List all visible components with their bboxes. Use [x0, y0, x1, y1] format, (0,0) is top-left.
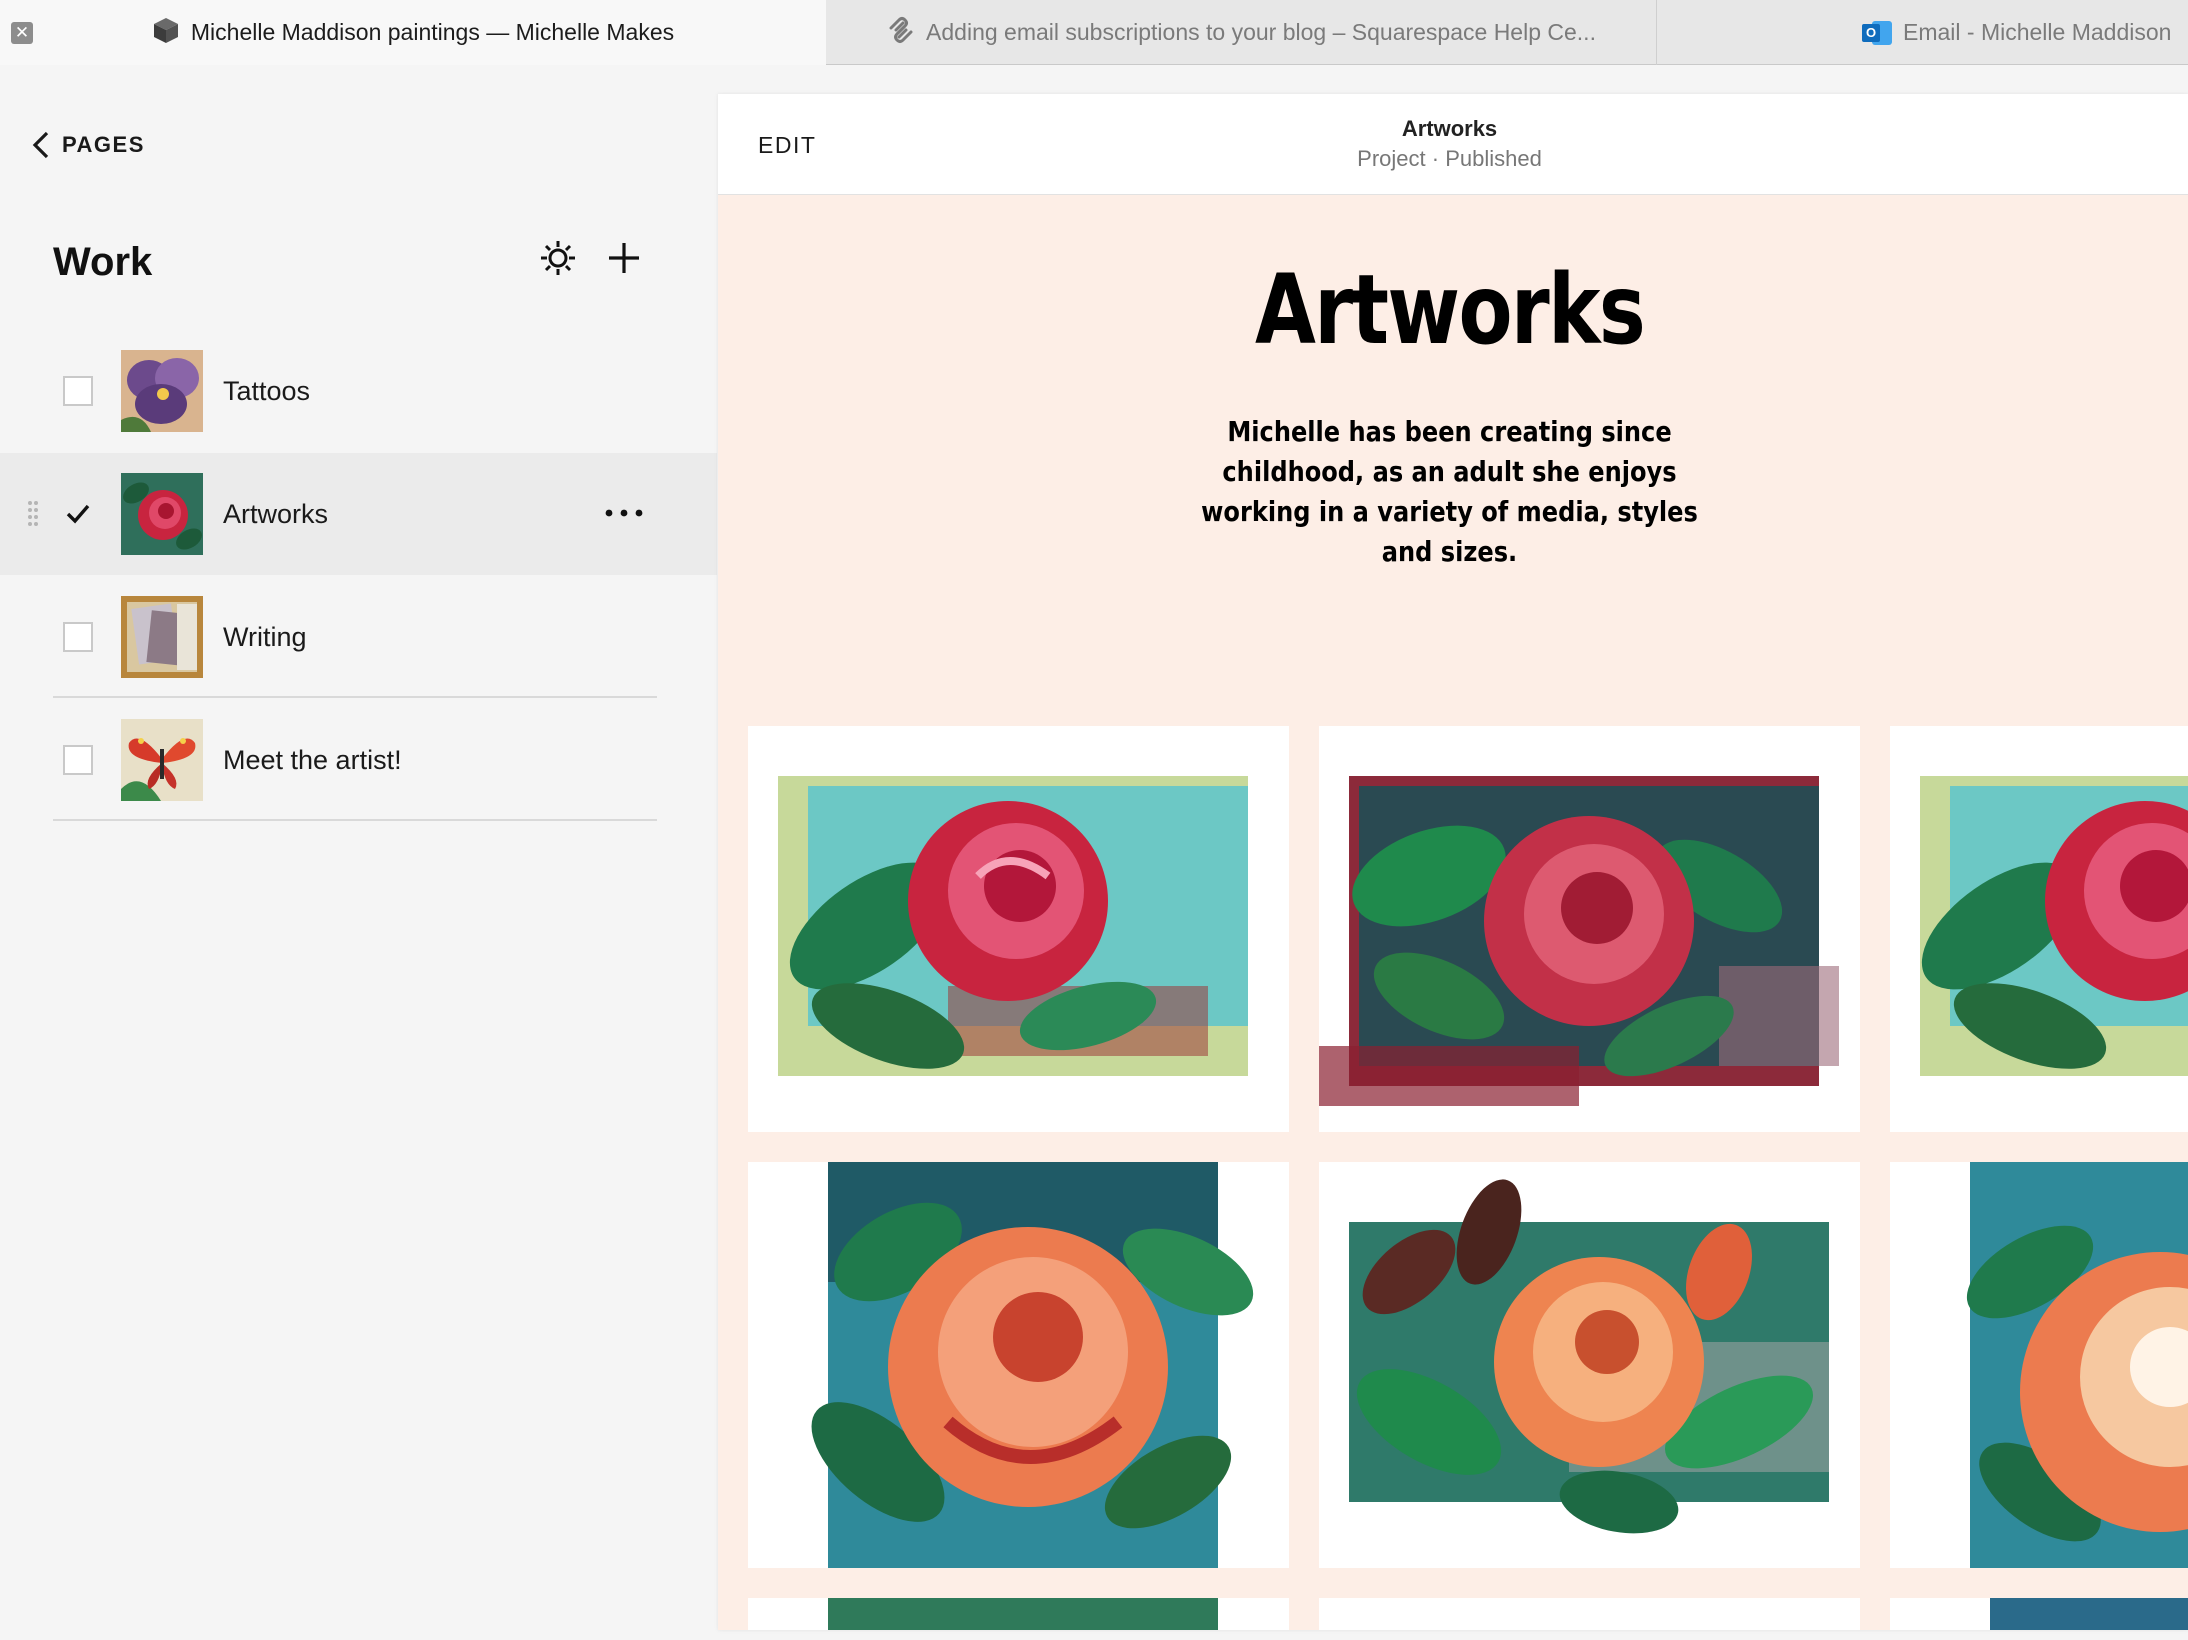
outlook-icon: O	[1862, 19, 1892, 47]
page-preview: EDIT Artworks Project · Published Artwor…	[718, 94, 2188, 1630]
back-label: PAGES	[62, 132, 145, 157]
preview-page-status: Project · Published	[1357, 146, 1542, 171]
row-divider	[53, 819, 657, 821]
chevron-left-icon	[32, 131, 49, 159]
page-label: Tattoos	[223, 376, 311, 406]
browser-tab-email[interactable]: O Email - Michelle Maddison	[1658, 0, 2188, 65]
page-label: Meet the artist!	[223, 745, 402, 775]
page-checkbox[interactable]	[63, 376, 93, 406]
tab-title: Adding email subscriptions to your blog …	[926, 19, 1596, 45]
browser-tab-michelle-makes[interactable]: ✕ Michelle Maddison paintings — Michelle…	[0, 0, 826, 65]
page-item-tattoos[interactable]: Tattoos	[0, 330, 717, 452]
gallery-image-row3-1[interactable]	[748, 1598, 1289, 1630]
squarespace-icon	[887, 16, 915, 50]
gallery-image-rose-teal-partial[interactable]	[1890, 726, 2188, 1132]
more-options-icon[interactable]	[601, 498, 647, 528]
rose-thumbnail	[121, 473, 203, 555]
hero-title: Artworks	[1254, 254, 1646, 366]
row-divider	[53, 696, 657, 698]
gallery-image-row3-2[interactable]	[1319, 1598, 1860, 1630]
tab-title: Email - Michelle Maddison	[1903, 19, 2172, 45]
preview-header: EDIT Artworks Project · Published	[718, 94, 2188, 195]
browser-tab-squarespace-help[interactable]: Adding email subscriptions to your blog …	[827, 0, 1657, 65]
gallery-image-rose-teal[interactable]	[748, 726, 1289, 1132]
gallery-image-peach-rose-teal[interactable]	[748, 1162, 1289, 1568]
notebook-thumbnail	[121, 596, 203, 678]
gallery-image-peach-rose-green[interactable]	[1319, 1162, 1860, 1568]
page-item-writing[interactable]: Writing	[0, 576, 717, 698]
preview-page-name: Artworks	[1401, 116, 1498, 141]
page-label: Writing	[223, 622, 307, 652]
checkmark-icon	[66, 504, 90, 524]
gallery-image-peach-rose-partial[interactable]	[1890, 1162, 2188, 1568]
butterfly-thumbnail	[121, 719, 203, 801]
gear-icon[interactable]	[538, 238, 578, 278]
close-tab-icon[interactable]: ✕	[11, 22, 33, 44]
page-item-meet-the-artist[interactable]: Meet the artist!	[0, 699, 717, 821]
tab-title: Michelle Maddison paintings — Michelle M…	[190, 19, 675, 45]
page-item-artworks[interactable]: Artworks	[0, 453, 717, 575]
cube-icon	[152, 16, 180, 50]
back-to-pages-link[interactable]: PAGES	[30, 130, 145, 160]
gallery-image-row3-3[interactable]	[1890, 1598, 2188, 1630]
page-checkbox[interactable]	[63, 499, 93, 529]
pages-sidebar: PAGES Work Tattoos Artworks Writing Meet…	[0, 66, 717, 1640]
page-label: Artworks	[223, 499, 329, 529]
hero-description: Michelle has been creating since childho…	[1201, 415, 1698, 568]
page-checkbox[interactable]	[63, 745, 93, 775]
page-checkbox[interactable]	[63, 622, 93, 652]
section-title: Work	[53, 240, 153, 284]
plus-icon[interactable]	[604, 238, 644, 278]
browser-tab-bar: ✕ Michelle Maddison paintings — Michelle…	[0, 0, 2188, 65]
drag-handle-icon[interactable]	[27, 499, 39, 529]
pansy-thumbnail	[121, 350, 203, 432]
gallery-image-rose-dark[interactable]	[1319, 726, 1860, 1132]
